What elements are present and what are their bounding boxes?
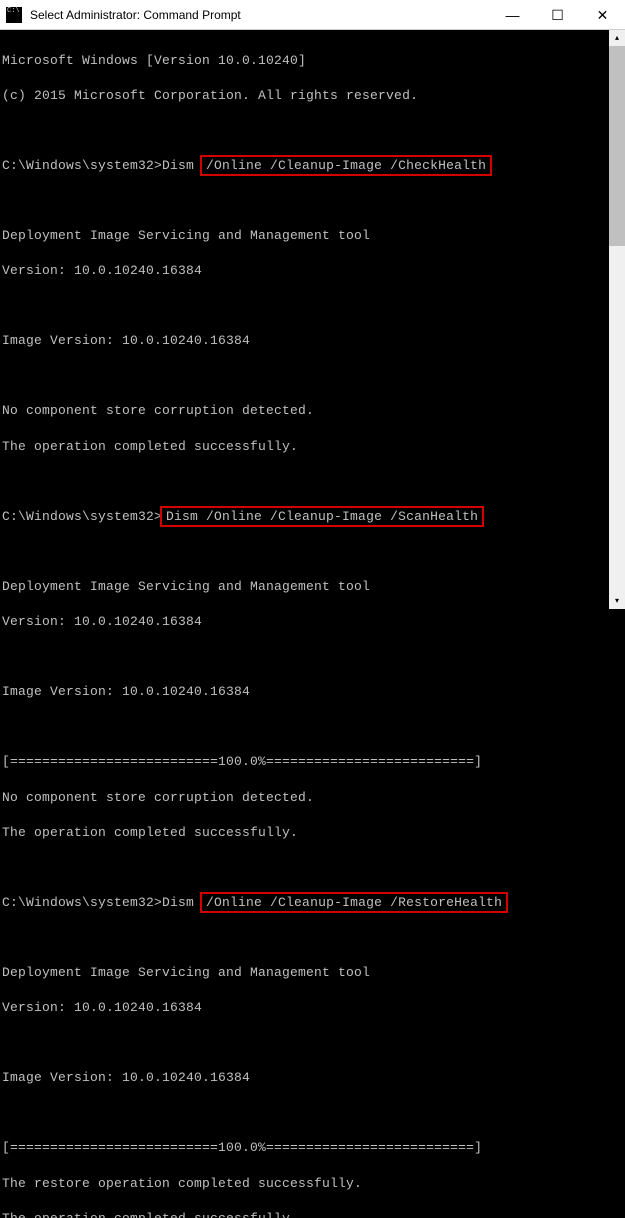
prompt: C:\Windows\system32> — [2, 509, 162, 524]
progress-2: [==========================100.0%=======… — [2, 753, 623, 771]
blank-line — [2, 929, 623, 947]
command-line-3: C:\Windows\system32>Dism /Online /Cleanu… — [2, 894, 623, 912]
blank-line — [2, 543, 623, 561]
blank-line — [2, 859, 623, 877]
cmd1-prefix: Dism — [162, 158, 202, 173]
blank-line — [2, 192, 623, 210]
no-corruption-1: No component store corruption detected. — [2, 402, 623, 420]
dism-deploy-2: Deployment Image Servicing and Managemen… — [2, 578, 623, 596]
header-copyright: (c) 2015 Microsoft Corporation. All righ… — [2, 87, 623, 105]
command-prompt-icon — [6, 7, 22, 23]
image-version-1: Image Version: 10.0.10240.16384 — [2, 332, 623, 350]
titlebar: Select Administrator: Command Prompt — ☐… — [0, 0, 625, 30]
header-version: Microsoft Windows [Version 10.0.10240] — [2, 52, 623, 70]
dism-deploy-1: Deployment Image Servicing and Managemen… — [2, 227, 623, 245]
cmd1-highlight: /Online /Cleanup-Image /CheckHealth — [200, 155, 492, 176]
maximize-button[interactable]: ☐ — [535, 0, 580, 30]
blank-line — [2, 473, 623, 491]
prompt: C:\Windows\system32> — [2, 895, 162, 910]
scroll-up-button[interactable]: ▴ — [609, 30, 625, 46]
close-button[interactable]: ✕ — [580, 0, 625, 30]
success-3: The operation completed successfully. — [2, 1210, 623, 1218]
cmd2-highlight: Dism /Online /Cleanup-Image /ScanHealth — [160, 506, 484, 527]
cmd3-highlight: /Online /Cleanup-Image /RestoreHealth — [200, 892, 508, 913]
blank-line — [2, 122, 623, 140]
window-title: Select Administrator: Command Prompt — [30, 8, 241, 22]
scrollbar[interactable]: ▴ ▾ — [609, 30, 625, 609]
blank-line — [2, 648, 623, 666]
dism-deploy-3: Deployment Image Servicing and Managemen… — [2, 964, 623, 982]
dism-version-1: Version: 10.0.10240.16384 — [2, 262, 623, 280]
dism-version-2: Version: 10.0.10240.16384 — [2, 613, 623, 631]
success-2: The operation completed successfully. — [2, 824, 623, 842]
terminal-output[interactable]: Microsoft Windows [Version 10.0.10240] (… — [0, 30, 625, 609]
restore-success-3: The restore operation completed successf… — [2, 1175, 623, 1193]
success-1: The operation completed successfully. — [2, 438, 623, 456]
blank-line — [2, 297, 623, 315]
scroll-thumb[interactable] — [609, 46, 625, 246]
image-version-3: Image Version: 10.0.10240.16384 — [2, 1069, 623, 1087]
dism-version-3: Version: 10.0.10240.16384 — [2, 999, 623, 1017]
no-corruption-2: No component store corruption detected. — [2, 789, 623, 807]
minimize-button[interactable]: — — [490, 0, 535, 30]
prompt: C:\Windows\system32> — [2, 158, 162, 173]
cmd3-prefix: Dism — [162, 895, 202, 910]
command-line-1: C:\Windows\system32>Dism /Online /Cleanu… — [2, 157, 623, 175]
blank-line — [2, 1104, 623, 1122]
scroll-down-button[interactable]: ▾ — [609, 593, 625, 609]
blank-line — [2, 367, 623, 385]
blank-line — [2, 1034, 623, 1052]
window-controls: — ☐ ✕ — [490, 0, 625, 30]
blank-line — [2, 718, 623, 736]
command-line-2: C:\Windows\system32>Dism /Online /Cleanu… — [2, 508, 623, 526]
image-version-2: Image Version: 10.0.10240.16384 — [2, 683, 623, 701]
progress-3: [==========================100.0%=======… — [2, 1139, 623, 1157]
